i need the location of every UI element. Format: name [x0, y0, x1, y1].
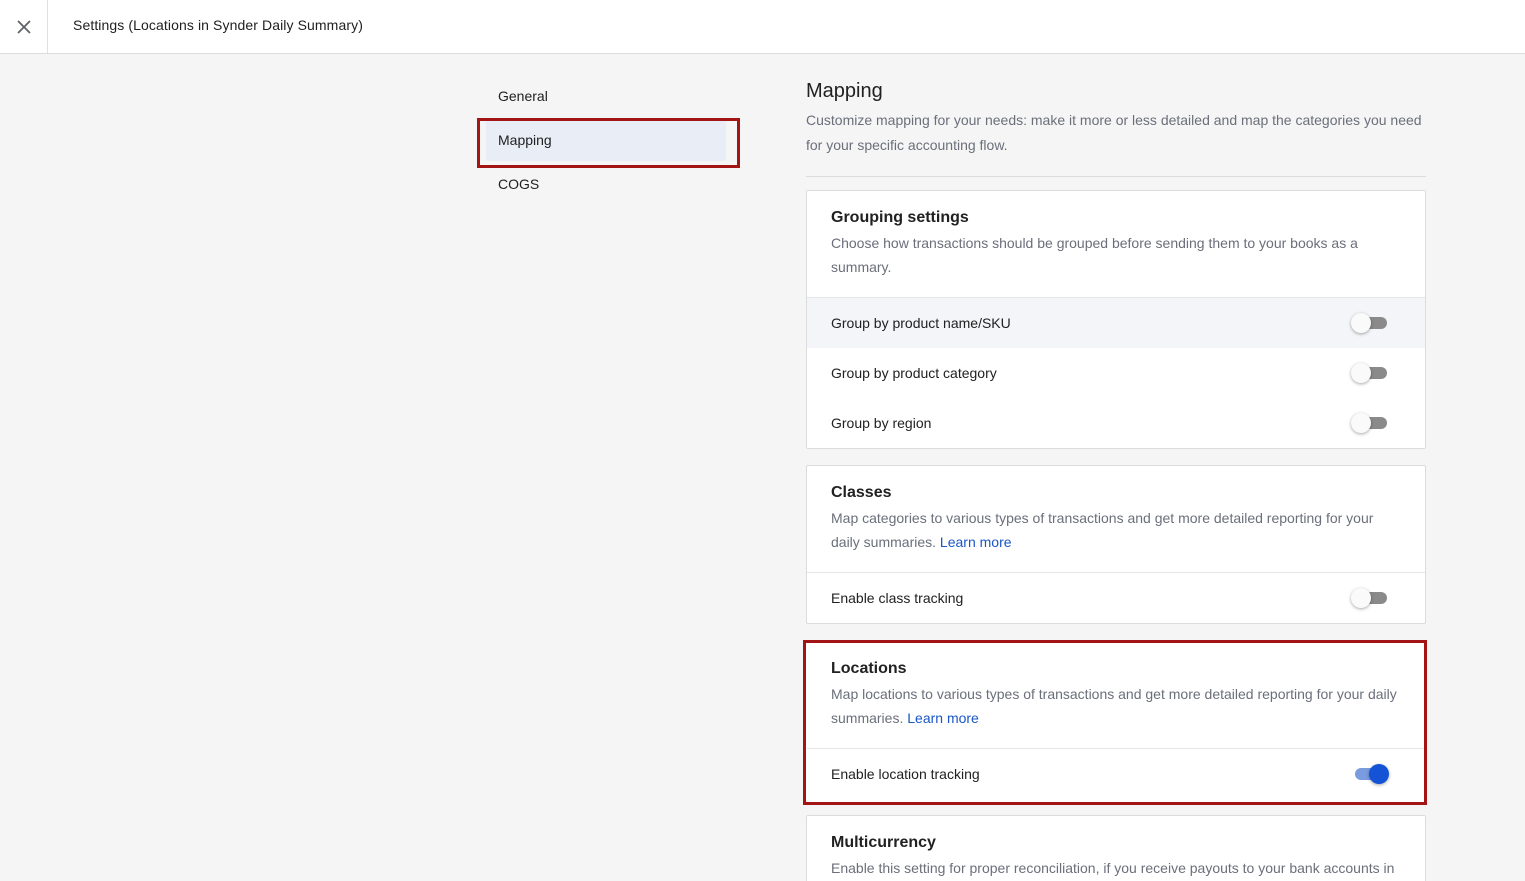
- nav-item-mapping[interactable]: Mapping: [486, 119, 726, 161]
- row-label: Group by product name/SKU: [831, 315, 1011, 331]
- class-tracking-row: Enable class tracking: [807, 573, 1425, 623]
- multicurrency-card: Multicurrency Enable this setting for pr…: [806, 815, 1426, 881]
- card-title: Multicurrency: [831, 834, 936, 851]
- row-label: Enable class tracking: [831, 590, 964, 606]
- nav-item-cogs[interactable]: COGS: [486, 163, 726, 205]
- group-by-sku-toggle[interactable]: [1351, 313, 1389, 333]
- card-title: Locations: [831, 660, 907, 677]
- close-icon: [16, 19, 31, 34]
- card-title: Classes: [831, 484, 892, 501]
- location-tracking-toggle[interactable]: [1351, 764, 1389, 784]
- page-title: Mapping: [806, 80, 883, 102]
- top-bar: Settings (Locations in Synder Daily Summ…: [0, 0, 1525, 54]
- group-by-category-row: Group by product category: [807, 348, 1425, 398]
- window-title: Settings (Locations in Synder Daily Summ…: [73, 17, 363, 33]
- card-description: Map locations to various types of transa…: [831, 686, 1397, 726]
- group-by-region-toggle[interactable]: [1351, 413, 1389, 433]
- learn-more-link[interactable]: Learn more: [940, 534, 1012, 550]
- card-description: Map categories to various types of trans…: [831, 510, 1374, 550]
- group-by-region-row: Group by region: [807, 398, 1425, 448]
- classes-card: Classes Map categories to various types …: [806, 465, 1426, 624]
- row-label: Group by region: [831, 415, 932, 431]
- row-label: Group by product category: [831, 365, 997, 381]
- learn-more-link[interactable]: Learn more: [907, 710, 979, 726]
- group-by-category-toggle[interactable]: [1351, 363, 1389, 383]
- settings-nav: General Mapping COGS: [486, 75, 726, 207]
- class-tracking-toggle[interactable]: [1351, 588, 1389, 608]
- location-tracking-row: Enable location tracking: [807, 749, 1425, 799]
- nav-item-label: COGS: [498, 176, 540, 192]
- close-button[interactable]: [0, 0, 48, 53]
- card-title: Grouping settings: [831, 209, 969, 226]
- locations-card: Locations Map locations to various types…: [806, 641, 1426, 802]
- card-description: Choose how transactions should be groupe…: [831, 235, 1358, 275]
- grouping-settings-card: Grouping settings Choose how transaction…: [806, 190, 1426, 449]
- group-by-sku-row: Group by product name/SKU: [807, 298, 1425, 348]
- nav-item-label: General: [498, 88, 548, 104]
- nav-item-general[interactable]: General: [486, 75, 726, 117]
- card-description: Enable this setting for proper reconcili…: [831, 860, 1395, 876]
- nav-item-label: Mapping: [498, 132, 552, 148]
- main-content: Mapping Customize mapping for your needs…: [806, 75, 1426, 177]
- page-description: Customize mapping for your needs: make i…: [806, 108, 1426, 177]
- row-label: Enable location tracking: [831, 766, 980, 782]
